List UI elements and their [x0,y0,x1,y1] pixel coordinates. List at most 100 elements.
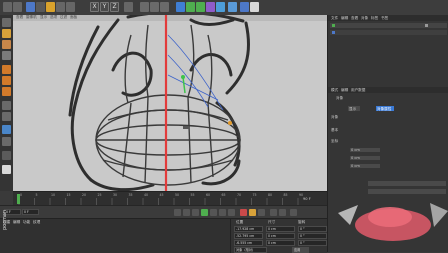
timeline-tick-label: 65 [221,193,226,197]
coord-tab-size: 尺寸 [268,220,276,224]
om-menu-edit[interactable]: 编辑 [341,16,348,21]
redo-icon[interactable] [13,2,22,12]
rot-b-field[interactable]: 0 ° [298,240,327,246]
bottom-panel: 创建 编辑 功能 纹理 位置 尺寸 旋转 -17.928 cm 0 cm 0 °… [0,218,327,253]
floor-icon[interactable] [228,2,237,12]
next-key-icon[interactable] [219,209,226,216]
attr-field-label-basic: 基本 [331,128,339,132]
polygons-mode-icon[interactable] [2,87,11,96]
scale-key-icon[interactable] [279,209,286,216]
om-menu-bookmark[interactable]: 书签 [381,16,388,21]
attr-value-field[interactable]: 0 cm [350,148,380,152]
material-menu-edit[interactable]: 编辑 [13,220,20,225]
pos-y-field[interactable]: -52.795 cm [234,233,263,239]
om-menu-object[interactable]: 对象 [361,16,368,21]
attr-button-object-props[interactable]: 对象属性 [376,106,394,111]
selected-point[interactable] [228,121,232,125]
timeline-end-frame: 90 F [303,197,311,201]
lock-icon[interactable] [2,137,11,146]
cube-icon[interactable] [176,2,185,12]
autokey-icon[interactable] [249,209,256,216]
size-x-field[interactable]: 0 cm [266,226,295,232]
go-start-icon[interactable] [174,209,181,216]
size-z-field[interactable]: 0 cm [266,240,295,246]
timeline-tick-label: 60 [206,193,211,197]
timeline-settings-icon[interactable] [290,209,297,216]
main-toolbar: X Y Z [0,0,448,16]
subdivision-icon[interactable] [196,2,205,12]
go-end-icon[interactable] [228,209,235,216]
deformer-icon[interactable] [216,2,225,12]
object-list-row[interactable] [330,23,447,28]
move-tool-icon[interactable] [36,2,45,12]
size-y-field[interactable]: 0 cm [266,233,295,239]
camera-icon[interactable] [240,2,249,12]
timeline-tick-label: 20 [82,193,87,197]
points-mode-icon[interactable] [2,65,11,74]
rotate-tool-icon[interactable] [56,2,65,12]
keyframe-icon[interactable] [258,209,265,216]
timeline-tick-label: 75 [252,193,257,197]
3d-viewport[interactable]: 查看 摄像机 显示 选项 过滤 面板 [13,15,327,191]
attribute-menu: 模式 编辑 用户数据 [328,87,448,93]
array-icon[interactable] [206,2,215,12]
light-icon[interactable] [250,2,259,12]
start-frame-field[interactable]: 0 F [22,209,39,215]
pos-z-field[interactable]: -6.555 cm [234,240,263,246]
tweak-mode-icon[interactable] [2,112,11,121]
snap-icon[interactable] [2,125,11,134]
move-key-icon[interactable] [270,209,277,216]
coord-system-icon[interactable] [124,2,133,12]
timeline-tick-label: 5 [35,193,38,197]
attr-value-field[interactable]: 0 cm [350,164,380,168]
om-menu-tag[interactable]: 标签 [371,16,378,21]
y-axis-handle-tip[interactable] [181,75,185,79]
play-icon[interactable] [201,209,208,216]
render-view-icon[interactable] [140,2,149,12]
symmetry-icon[interactable] [2,165,11,174]
attr-tab-userdata[interactable]: 用户数据 [351,88,365,93]
timeline-ruler[interactable]: 0 5 10 15 20 25 30 35 40 45 50 55 60 65 70 75 80 85 90 90 … [13,191,327,206]
timeline-tick-label: 70 [237,193,242,197]
render-picture-icon[interactable] [150,2,159,12]
scale-tool-icon[interactable] [46,2,55,12]
axis-mode-icon[interactable] [2,101,11,110]
om-menu-view[interactable]: 查看 [351,16,358,21]
axis-y-button[interactable]: Y [100,2,109,12]
attr-value-field[interactable]: 0 cm [350,156,380,160]
y-axis-handle[interactable] [182,76,186,94]
visibility-icon[interactable] [425,24,428,27]
material-menu-function[interactable]: 功能 [23,220,30,225]
next-frame-icon[interactable] [210,209,217,216]
texture-mode-icon[interactable] [2,40,11,49]
record-icon[interactable] [240,209,247,216]
prev-frame-icon[interactable] [192,209,199,216]
apply-button[interactable]: 应用 [292,247,309,253]
material-menu-texture[interactable]: 纹理 [33,220,40,225]
workplane-icon[interactable] [2,51,11,60]
attr-button-display[interactable]: 显示 [348,106,360,111]
axis-z-button[interactable]: Z [110,2,119,12]
select-tool-icon[interactable] [26,2,35,12]
render-settings-icon[interactable] [160,2,169,12]
edges-mode-icon[interactable] [2,76,11,85]
pos-x-field[interactable]: -17.928 cm [234,226,263,232]
prev-key-icon[interactable] [183,209,190,216]
recent-tool-icon[interactable] [66,2,75,12]
timeline-tick-label: 35 [128,193,133,197]
object-mode-select[interactable]: 对象（相对） [234,247,267,253]
axis-x-button[interactable]: X [90,2,99,12]
rot-p-field[interactable]: 0 ° [298,233,327,239]
object-list-row[interactable] [330,30,447,35]
make-editable-icon[interactable] [2,18,11,27]
attr-tab-edit[interactable]: 编辑 [341,88,348,93]
grid-icon[interactable] [2,151,11,160]
attr-tab-mode[interactable]: 模式 [331,88,338,93]
undo-icon[interactable] [3,2,12,12]
om-menu-file[interactable]: 文件 [331,16,338,21]
pen-icon[interactable] [186,2,195,12]
object-icon [332,31,335,34]
model-mode-icon[interactable] [2,29,11,38]
timeline-playhead[interactable] [17,194,20,204]
rot-h-field[interactable]: 0 ° [298,226,327,232]
